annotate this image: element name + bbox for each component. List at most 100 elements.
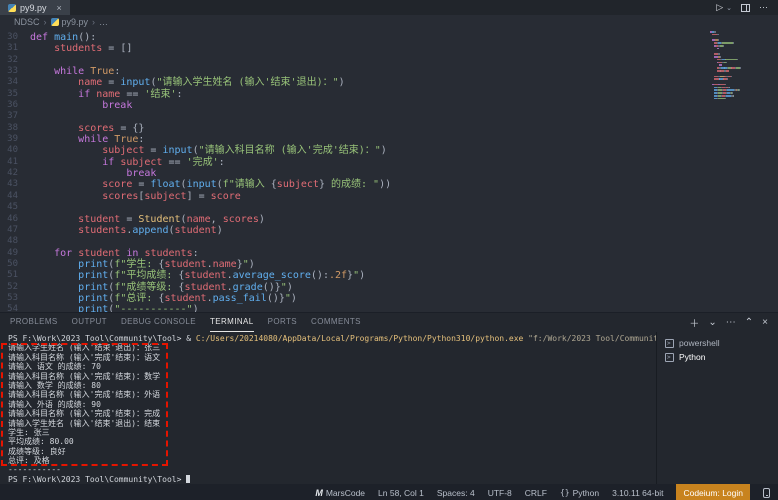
status-item-spaces-4[interactable]: Spaces: 4 xyxy=(437,488,475,498)
code-line: 50 print(f"学生: {student.name}") xyxy=(0,259,778,270)
code-line: 45 xyxy=(0,202,778,213)
status-item-codeium-login[interactable]: Codeium: Login xyxy=(676,484,750,500)
status-item-label: CRLF xyxy=(525,488,547,498)
code-text: if subject == '完成': xyxy=(30,157,225,168)
maximize-panel-icon[interactable]: ⌃ xyxy=(745,317,753,328)
code-line: 51 print(f"平均成绩: {student.average_score(… xyxy=(0,270,778,281)
line-number: 45 xyxy=(0,202,30,213)
panel-tab-ports[interactable]: PORTS xyxy=(268,313,297,332)
line-number: 38 xyxy=(0,123,30,134)
status-item-label: Ln 58, Col 1 xyxy=(378,488,424,498)
code-line: 36 break xyxy=(0,100,778,111)
minimap-line xyxy=(710,39,750,41)
line-number: 53 xyxy=(0,293,30,304)
terminal-line: 请输入 数学 的成绩: 80 xyxy=(0,381,656,390)
status-item-utf-8[interactable]: UTF-8 xyxy=(488,488,512,498)
code-line: 44 scores[subject] = score xyxy=(0,191,778,202)
new-terminal-icon[interactable]: ＋ xyxy=(689,315,699,330)
code-text: break xyxy=(30,168,156,179)
tab-close-icon[interactable]: × xyxy=(57,3,62,13)
line-number: 32 xyxy=(0,55,30,66)
code-editor[interactable]: 30def main():31 students = []3233 while … xyxy=(0,28,778,312)
terminal-list-label: Python xyxy=(679,352,705,362)
run-dropdown-chevron-icon[interactable]: ⌄ xyxy=(726,4,732,12)
breadcrumb-separator-icon: › xyxy=(92,17,95,27)
terminal-line: ----------- xyxy=(0,465,656,474)
code-line: 31 students = [] xyxy=(0,43,778,54)
terminal-list-item-python[interactable]: >Python xyxy=(657,350,778,364)
panel-header: PROBLEMS OUTPUT DEBUG CONSOLE TERMINAL PORTS… xyxy=(0,313,778,332)
vscode-window: py9.py × ▷ ⌄ ⋯ NDSC›py9.py›… 30def main(… xyxy=(0,0,778,500)
panel-more-icon[interactable]: ⋯ xyxy=(726,317,736,328)
terminal-line: PS F:\Work\2023 Tool\Community\Tool> & C… xyxy=(0,334,656,343)
terminal-lines: PS F:\Work\2023 Tool\Community\Tool> & C… xyxy=(0,334,656,484)
minimap[interactable] xyxy=(710,31,750,101)
status-item-marscode[interactable]: MMarsCode xyxy=(315,488,365,498)
minimap-line xyxy=(710,70,750,72)
tab-py9[interactable]: py9.py × xyxy=(0,0,70,15)
line-number: 39 xyxy=(0,134,30,145)
code-line: 35 if name == '结束': xyxy=(0,89,778,100)
terminal-line: 请输入科目名称 (输入'完成'结束)：外语 xyxy=(0,390,656,399)
status-item-crlf[interactable]: CRLF xyxy=(525,488,547,498)
line-number: 35 xyxy=(0,89,30,100)
line-number: 50 xyxy=(0,259,30,270)
status-item-python[interactable]: {}Python xyxy=(560,488,599,498)
more-actions-icon[interactable]: ⋯ xyxy=(759,2,768,13)
terminal-icon: > xyxy=(665,339,674,348)
status-item-label: Spaces: 4 xyxy=(437,488,475,498)
code-text: subject = input("请输入科目名称 (输入'完成'结束)：") xyxy=(30,145,387,156)
panel-tabs: PROBLEMS OUTPUT DEBUG CONSOLE TERMINAL PORTS… xyxy=(10,313,361,332)
code-line: 37 xyxy=(0,111,778,122)
status-bar-right: MMarsCode Ln 58, Col 1 Spaces: 4 UTF-8 CRLF {… xyxy=(315,484,778,500)
minimap-line xyxy=(710,89,750,91)
terminal-dropdown-icon[interactable]: ⌄ xyxy=(708,317,716,328)
panel-tab-debug-console[interactable]: DEBUG CONSOLE xyxy=(121,313,196,332)
breadcrumb-item[interactable]: … xyxy=(99,17,108,27)
terminal-output[interactable]: PS F:\Work\2023 Tool\Community\Tool> & C… xyxy=(0,332,656,484)
minimap-line xyxy=(710,73,750,75)
status-item-ln-58-col-1[interactable]: Ln 58, Col 1 xyxy=(378,488,424,498)
terminal-line: 请输入科目名称 (输入'完成'结束)：完成 xyxy=(0,409,656,418)
code-line: 43 score = float(input(f"请输入 {subject} 的… xyxy=(0,179,778,190)
code-line: 32 xyxy=(0,55,778,66)
code-text: print(f"总评: {student.pass_fail()}") xyxy=(30,293,297,304)
minimap-line xyxy=(710,78,750,80)
terminal-line: 请输入学生姓名 (输入'结束'退出)：结束 xyxy=(0,419,656,428)
line-number: 36 xyxy=(0,100,30,111)
code-text: name = input("请输入学生姓名 (输入'结束'退出)：") xyxy=(30,77,345,88)
code-line: 42 break xyxy=(0,168,778,179)
minimap-line xyxy=(710,37,750,39)
panel-tab-terminal[interactable]: TERMINAL xyxy=(210,313,254,332)
run-python-file-icon[interactable]: ▷ xyxy=(716,2,723,13)
line-number: 44 xyxy=(0,191,30,202)
code-line: 33 while True: xyxy=(0,66,778,77)
panel-tab-problems[interactable]: PROBLEMS xyxy=(10,313,58,332)
code-lines: 30def main():31 students = []3233 while … xyxy=(0,32,778,312)
code-text: while True: xyxy=(30,134,144,145)
line-number: 47 xyxy=(0,225,30,236)
code-text: student = Student(name, scores) xyxy=(30,214,265,225)
line-number: 33 xyxy=(0,66,30,77)
minimap-line xyxy=(710,84,750,86)
status-item-3-10-11-64-bit[interactable]: 3.10.11 64-bit xyxy=(612,488,663,498)
terminal-line: 请输入科目名称 (输入'完成'结束)：语文 xyxy=(0,353,656,362)
minimap-line xyxy=(710,53,750,55)
code-line: 30def main(): xyxy=(0,32,778,43)
notifications-icon[interactable] xyxy=(763,488,770,498)
close-panel-icon[interactable]: × xyxy=(762,317,768,328)
breadcrumb-item[interactable]: NDSC xyxy=(14,17,40,27)
code-line: 41 if subject == '完成': xyxy=(0,157,778,168)
minimap-line xyxy=(710,62,750,64)
code-line: 40 subject = input("请输入科目名称 (输入'完成'结束)："… xyxy=(0,145,778,156)
panel-tab-output[interactable]: OUTPUT xyxy=(72,313,107,332)
panel-tab-comments[interactable]: COMMENTS xyxy=(311,313,361,332)
line-number: 48 xyxy=(0,236,30,247)
terminal-list-item-powershell[interactable]: >powershell xyxy=(657,336,778,350)
panel-actions: ＋ ⌄ ⋯ ⌃ × xyxy=(689,315,768,330)
code-line: 54 print("-----------") xyxy=(0,304,778,312)
split-editor-icon[interactable] xyxy=(741,4,750,12)
minimap-line xyxy=(710,45,750,47)
code-line: 47 students.append(student) xyxy=(0,225,778,236)
breadcrumb-item[interactable]: py9.py xyxy=(51,17,89,27)
